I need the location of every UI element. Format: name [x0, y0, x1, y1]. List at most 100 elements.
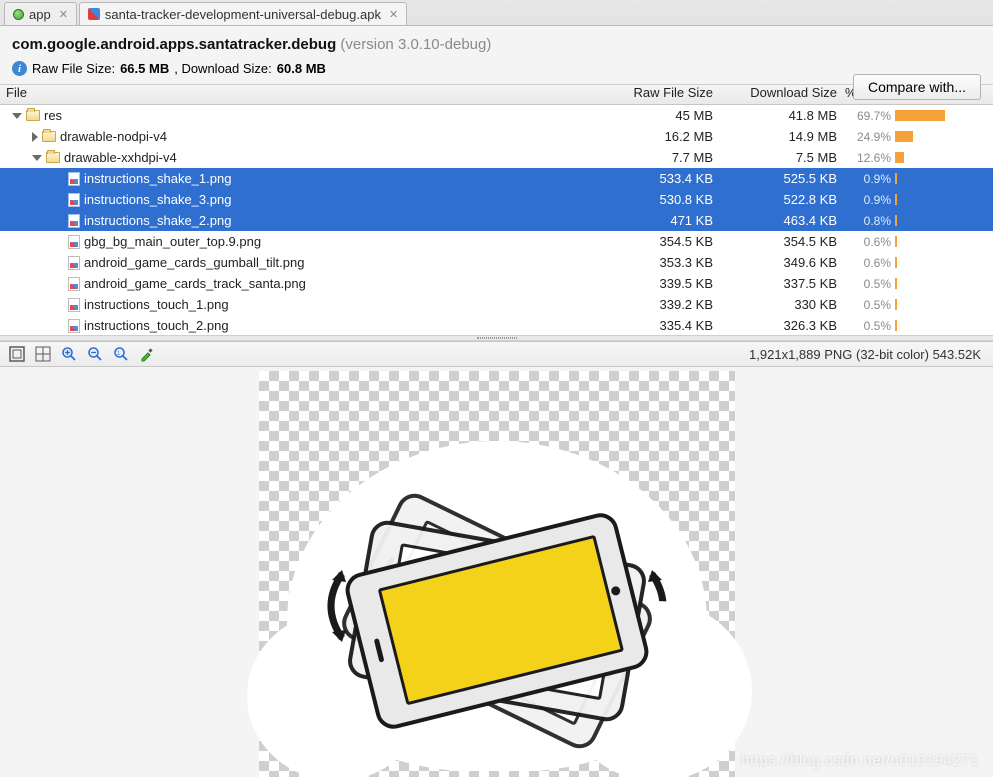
package-version: (version 3.0.10-debug)	[340, 36, 491, 53]
raw-size: 354.5 KB	[583, 234, 723, 249]
folder-icon	[26, 110, 40, 121]
column-raw-size[interactable]: Raw File Size	[583, 85, 723, 104]
percent: 0.6%	[843, 235, 891, 249]
image-file-icon	[68, 277, 80, 291]
tree-row[interactable]: drawable-nodpi-v4 16.2 MB14.9 MB24.9%	[0, 126, 993, 147]
file-tree[interactable]: res 45 MB41.8 MB69.7% drawable-nodpi-v4 16.…	[0, 105, 993, 335]
raw-size: 533.4 KB	[583, 171, 723, 186]
compare-with-button[interactable]: Compare with...	[853, 74, 981, 100]
grid-icon[interactable]	[34, 345, 52, 363]
zoom-in-icon[interactable]	[60, 345, 78, 363]
file-name: res	[44, 108, 62, 123]
close-icon[interactable]: ✕	[59, 8, 68, 21]
raw-size-value: 66.5 MB	[120, 61, 169, 76]
file-name: gbg_bg_main_outer_top.9.png	[84, 234, 261, 249]
percent-bar	[895, 194, 897, 205]
percent: 12.6%	[843, 151, 891, 165]
preview-toolbar: 1 1,921x1,889 PNG (32-bit color) 543.52K	[0, 341, 993, 367]
image-file-icon	[68, 319, 80, 333]
download-size: 330 KB	[723, 297, 843, 312]
raw-size: 16.2 MB	[583, 129, 723, 144]
info-icon: i	[12, 61, 27, 76]
tab-apk[interactable]: santa-tracker-development-universal-debu…	[79, 2, 407, 25]
percent: 0.6%	[843, 256, 891, 270]
fit-window-icon[interactable]	[8, 345, 26, 363]
percent: 0.9%	[843, 193, 891, 207]
eyedropper-icon[interactable]	[138, 345, 156, 363]
module-icon	[13, 9, 24, 20]
file-name: instructions_touch_1.png	[84, 297, 229, 312]
package-line: com.google.android.apps.santatracker.deb…	[12, 36, 981, 53]
raw-size: 335.4 KB	[583, 318, 723, 333]
percent: 0.5%	[843, 277, 891, 291]
column-file[interactable]: File	[0, 85, 583, 104]
tree-row[interactable]: res 45 MB41.8 MB69.7%	[0, 105, 993, 126]
tree-row[interactable]: drawable-xxhdpi-v47.7 MB7.5 MB12.6%	[0, 147, 993, 168]
tab-label: app	[29, 7, 51, 22]
file-name: instructions_shake_3.png	[84, 192, 231, 207]
raw-size: 353.3 KB	[583, 255, 723, 270]
file-name: android_game_cards_track_santa.png	[84, 276, 306, 291]
download-size: 41.8 MB	[723, 108, 843, 123]
percent-bar	[895, 215, 897, 226]
tree-row[interactable]: instructions_touch_2.png 335.4 KB326.3 KB…	[0, 315, 993, 335]
percent-bar	[895, 152, 904, 163]
percent-bar	[895, 257, 897, 268]
size-line: i Raw File Size: 66.5 MB , Download Size…	[12, 61, 981, 76]
image-preview[interactable]: https://blog.csdn.net/u010194271	[0, 367, 993, 777]
raw-size: 471 KB	[583, 213, 723, 228]
zoom-out-icon[interactable]	[86, 345, 104, 363]
apk-header: com.google.android.apps.santatracker.deb…	[0, 26, 993, 85]
file-name: instructions_touch_2.png	[84, 318, 229, 333]
tree-row[interactable]: gbg_bg_main_outer_top.9.png354.5 KB354.5…	[0, 231, 993, 252]
folder-icon	[46, 152, 60, 163]
raw-size: 339.5 KB	[583, 276, 723, 291]
percent-bar	[895, 299, 897, 310]
percent-bar	[895, 131, 913, 142]
preview-info: 1,921x1,889 PNG (32-bit color) 543.52K	[749, 347, 985, 362]
tree-row[interactable]: instructions_touch_1.png339.2 KB330 KB0.…	[0, 294, 993, 315]
chevron-down-icon[interactable]	[12, 113, 22, 119]
percent-bar	[895, 278, 897, 289]
percent-bar	[895, 236, 897, 247]
tree-row[interactable]: android_game_cards_gumball_tilt.png 353.3…	[0, 252, 993, 273]
image-file-icon	[68, 235, 80, 249]
preview-content	[287, 441, 707, 771]
tree-row[interactable]: instructions_shake_2.png 471 KB463.4 KB0.…	[0, 210, 993, 231]
chevron-right-icon[interactable]	[32, 132, 38, 142]
folder-icon	[42, 131, 56, 142]
watermark: https://blog.csdn.net/u010194271	[741, 752, 979, 769]
raw-size: 339.2 KB	[583, 297, 723, 312]
zoom-actual-icon[interactable]: 1	[112, 345, 130, 363]
tree-row[interactable]: android_game_cards_track_santa.png 339.5 …	[0, 273, 993, 294]
percent-bar	[895, 110, 945, 121]
apk-icon	[88, 8, 100, 20]
file-name: instructions_shake_2.png	[84, 213, 231, 228]
image-file-icon	[68, 298, 80, 312]
tree-row[interactable]: instructions_shake_1.png533.4 KB525.5 KB…	[0, 168, 993, 189]
close-icon[interactable]: ✕	[389, 8, 398, 21]
tree-row[interactable]: instructions_shake_3.png530.8 KB522.8 KB…	[0, 189, 993, 210]
download-size: 463.4 KB	[723, 213, 843, 228]
column-download-size[interactable]: Download Size	[723, 85, 843, 104]
percent-bar	[895, 320, 897, 331]
download-size: 337.5 KB	[723, 276, 843, 291]
raw-size: 7.7 MB	[583, 150, 723, 165]
chevron-down-icon[interactable]	[32, 155, 42, 161]
download-size: 525.5 KB	[723, 171, 843, 186]
download-size: 14.9 MB	[723, 129, 843, 144]
file-name: drawable-nodpi-v4	[60, 129, 167, 144]
package-name: com.google.android.apps.santatracker.deb…	[12, 36, 336, 53]
table-header: File Raw File Size Download Size % of To…	[0, 85, 993, 105]
tab-app[interactable]: app ✕	[4, 2, 77, 25]
raw-size: 45 MB	[583, 108, 723, 123]
percent: 69.7%	[843, 109, 891, 123]
dl-size-value: 60.8 MB	[277, 61, 326, 76]
percent: 0.5%	[843, 319, 891, 333]
file-name: android_game_cards_gumball_tilt.png	[84, 255, 304, 270]
raw-size: 530.8 KB	[583, 192, 723, 207]
percent: 24.9%	[843, 130, 891, 144]
download-size: 326.3 KB	[723, 318, 843, 333]
percent: 0.8%	[843, 214, 891, 228]
dl-size-label: , Download Size:	[174, 61, 272, 76]
